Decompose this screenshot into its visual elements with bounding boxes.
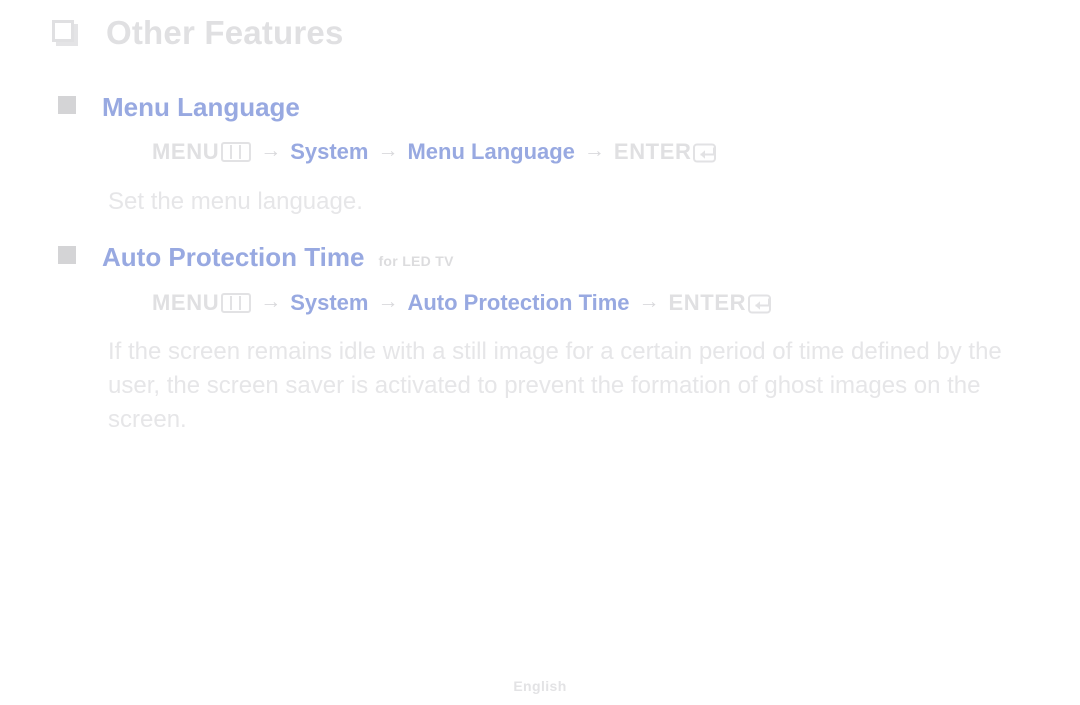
menu-grid-icon (221, 293, 252, 313)
section-title-auto-protection-time: Auto Protection Time (102, 242, 365, 272)
menu-path-auto-protection-time: MENU → System → Auto Protection Time → E… (152, 290, 776, 316)
menu-path-menu-label: MENU (152, 290, 220, 315)
footer-language: English (513, 678, 567, 694)
manual-page: Other Features Menu Language MENU → Syst… (0, 0, 1080, 705)
menu-path-step-system: System (290, 290, 369, 315)
menu-path-step-auto-protection-time: Auto Protection Time (407, 290, 630, 315)
outline-square-bullet-icon (52, 17, 82, 49)
path-arrow-icon: → (260, 290, 282, 313)
path-arrow-icon: → (638, 290, 660, 313)
enter-key-icon (748, 293, 776, 315)
path-arrow-icon: → (377, 139, 399, 162)
path-arrow-icon: → (260, 139, 282, 162)
menu-path-enter-label: ENTER (668, 290, 747, 315)
menu-path-step-menu-language: Menu Language (407, 139, 575, 164)
page-title: Other Features (106, 14, 344, 51)
chapter-heading: Other Features (52, 14, 344, 52)
section-heading-menu-language: Menu Language (58, 92, 300, 123)
path-arrow-icon: → (583, 139, 605, 162)
section-heading-auto-protection-time: Auto Protection Time for LED TV (58, 242, 454, 273)
menu-path-menu-label: MENU (152, 139, 220, 164)
description-menu-language: Set the menu language. (108, 188, 363, 215)
path-arrow-icon: → (377, 290, 399, 313)
section-title-menu-language: Menu Language (102, 92, 300, 122)
menu-path-step-system: System (290, 139, 369, 164)
filled-square-bullet-icon (58, 96, 76, 114)
menu-grid-icon (221, 142, 252, 162)
menu-path-menu-language: MENU → System → Menu Language → ENTER (152, 139, 721, 165)
description-auto-protection-time: If the screen remains idle with a still … (108, 338, 1002, 433)
menu-path-enter-label: ENTER (613, 139, 692, 164)
enter-key-icon (693, 142, 721, 164)
section-note-for-led-tv: for LED TV (378, 253, 454, 269)
filled-square-bullet-icon (58, 246, 76, 264)
